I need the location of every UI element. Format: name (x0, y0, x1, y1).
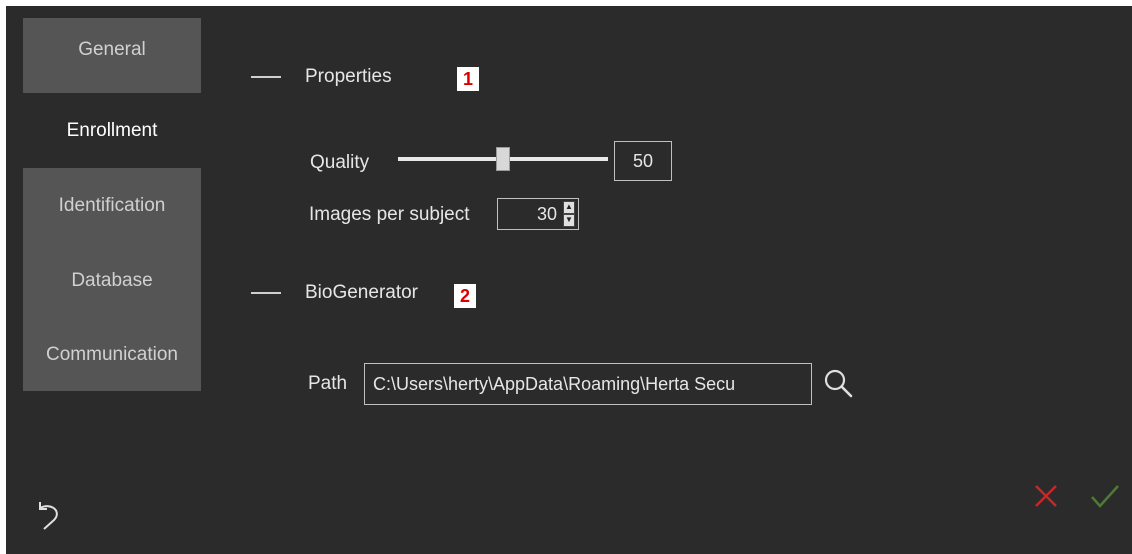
sidebar-item-enrollment[interactable]: Enrollment (23, 93, 201, 168)
path-input[interactable] (364, 363, 812, 405)
properties-section-header: Properties (251, 66, 392, 88)
section-title-biogenerator: BioGenerator (305, 282, 419, 303)
quality-slider[interactable] (398, 147, 608, 171)
sidebar-nav: General Enrollment Identification Databa… (23, 18, 201, 391)
path-label: Path (308, 373, 348, 394)
checkmark-icon (1091, 485, 1119, 508)
images-per-subject-label: Images per subject (309, 204, 470, 225)
cancel-button[interactable] (1032, 482, 1060, 510)
undo-icon (39, 502, 58, 530)
quality-label: Quality (310, 152, 370, 173)
slider-thumb[interactable] (496, 147, 510, 171)
sidebar-item-label: Identification (58, 194, 166, 216)
close-icon (1035, 485, 1057, 507)
biogenerator-section-header: BioGenerator (251, 282, 418, 304)
decrement-icon[interactable]: ▼ (563, 214, 575, 227)
increment-icon[interactable]: ▲ (563, 201, 575, 214)
undo-button[interactable] (30, 498, 66, 534)
browse-search-button[interactable] (821, 367, 857, 401)
sidebar-item-label: General (78, 38, 146, 60)
collapse-properties-button[interactable] (251, 76, 281, 78)
collapse-biogenerator-button[interactable] (251, 292, 281, 294)
callout-marker-1: 1 (457, 67, 479, 91)
search-icon (824, 369, 853, 398)
sidebar-item-label: Communication (46, 343, 178, 365)
stepper-buttons: ▲ ▼ (563, 201, 575, 227)
section-title-properties: Properties (305, 66, 392, 87)
sidebar-item-label: Enrollment (66, 119, 158, 141)
images-per-subject-value[interactable]: 30 (498, 204, 563, 225)
sidebar-item-database[interactable]: Database (23, 243, 201, 318)
callout-marker-2: 2 (454, 284, 476, 308)
sidebar-item-general[interactable]: General (23, 18, 201, 93)
settings-window: General Enrollment Identification Databa… (6, 6, 1132, 554)
sidebar-item-identification[interactable]: Identification (23, 168, 201, 243)
sidebar-item-label: Database (71, 269, 153, 291)
images-per-subject-stepper[interactable]: 30 ▲ ▼ (497, 198, 579, 230)
sidebar-item-communication[interactable]: Communication (23, 318, 201, 391)
quality-value-field[interactable]: 50 (614, 141, 672, 181)
confirm-button[interactable] (1089, 480, 1121, 512)
